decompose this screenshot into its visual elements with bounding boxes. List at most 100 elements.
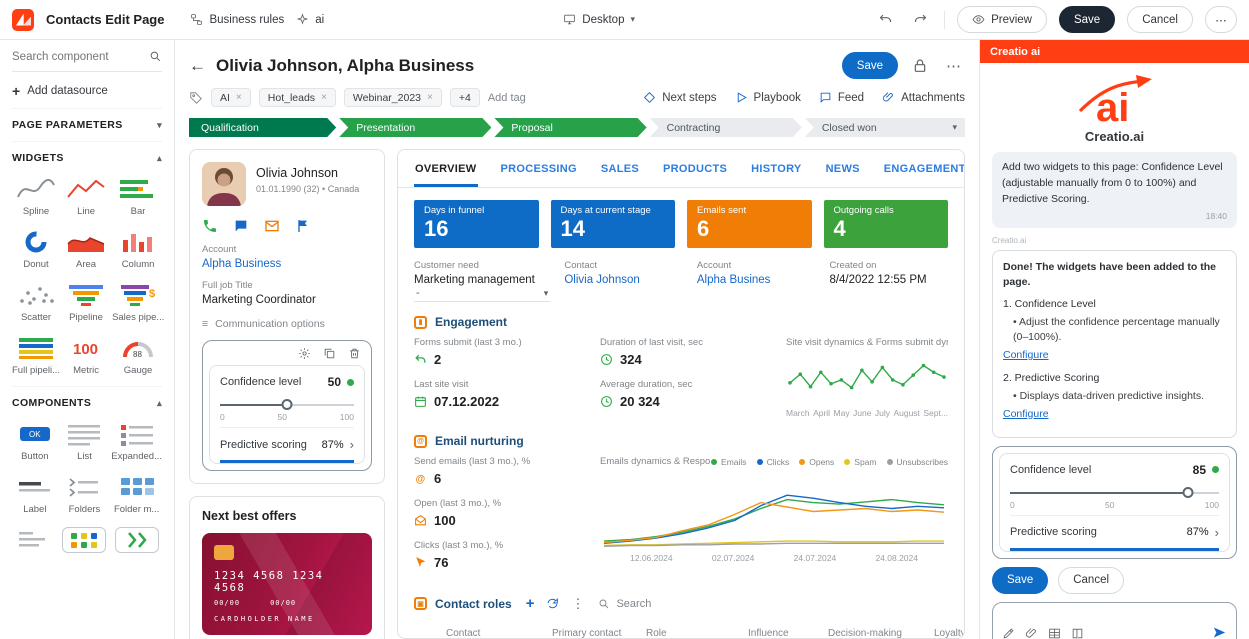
section-widgets[interactable]: WIDGETS ▴ xyxy=(12,141,162,174)
close-icon[interactable]: × xyxy=(236,92,242,103)
section-page-parameters[interactable]: PAGE PARAMETERS ▾ xyxy=(12,108,162,141)
confidence-slider[interactable] xyxy=(220,398,354,411)
add-datasource-button[interactable]: + Add datasource xyxy=(12,72,162,108)
chat-button[interactable] xyxy=(233,218,249,234)
cancel-button[interactable]: Cancel xyxy=(1127,6,1193,33)
widget-metric[interactable]: 100Metric xyxy=(64,335,108,376)
overview-scroll-area[interactable]: Days in funnel16 Days at current stage14… xyxy=(398,188,964,638)
widget-area[interactable]: Area xyxy=(64,229,108,270)
flag-button[interactable] xyxy=(295,218,311,234)
field-customer-need[interactable]: Customer need Marketing management -▾ xyxy=(414,260,550,302)
settings-button[interactable] xyxy=(298,347,311,360)
record-more-button[interactable]: ⋯ xyxy=(942,53,965,79)
tab-engagement[interactable]: ENGAGEMENT xyxy=(883,150,965,187)
predictive-scoring-row[interactable]: Predictive scoring 87% › xyxy=(1010,515,1219,551)
redo-button[interactable] xyxy=(909,8,932,31)
component-expanded-list[interactable]: Expanded... xyxy=(111,421,162,462)
stage-closed-won[interactable]: Closed won▾ xyxy=(805,118,965,137)
send-button[interactable] xyxy=(1212,625,1227,639)
widget-donut[interactable]: Donut xyxy=(12,229,60,270)
tab-overview[interactable]: OVERVIEW xyxy=(414,150,478,187)
component-list[interactable]: List xyxy=(62,421,108,462)
widget-pipeline[interactable]: Pipeline xyxy=(64,282,108,323)
tag-chip[interactable]: AI× xyxy=(211,88,251,107)
section-components[interactable]: COMPONENTS ▴ xyxy=(12,386,162,419)
tab-history[interactable]: HISTORY xyxy=(750,150,802,187)
kebab-menu-icon[interactable]: ⋮ xyxy=(571,596,584,612)
tab-news[interactable]: NEWS xyxy=(825,150,861,187)
save-button[interactable]: Save xyxy=(1059,6,1115,33)
component-label[interactable]: Label xyxy=(12,474,58,515)
job-title-value[interactable]: Marketing Coordinator xyxy=(202,294,372,306)
ai-message-composer[interactable] xyxy=(992,602,1237,639)
widget-bar[interactable]: Bar xyxy=(112,176,164,217)
component-folders[interactable]: Folders xyxy=(62,474,108,515)
more-options-button[interactable]: ⋯ xyxy=(1205,6,1237,33)
book-icon[interactable] xyxy=(1071,627,1084,639)
field-contact[interactable]: Contact Olivia Johnson xyxy=(564,260,683,302)
paperclip-icon[interactable] xyxy=(1025,627,1038,639)
back-arrow-icon[interactable]: ← xyxy=(189,56,206,76)
close-icon[interactable]: × xyxy=(427,92,433,103)
device-selector[interactable]: Desktop ▾ xyxy=(563,13,635,26)
stage-contracting[interactable]: Contracting xyxy=(650,118,802,137)
widget-full-pipeline[interactable]: Full pipeli... xyxy=(12,335,60,376)
tab-sales[interactable]: SALES xyxy=(600,150,640,187)
widget-column[interactable]: Column xyxy=(112,229,164,270)
tag-chip[interactable]: Hot_leads× xyxy=(259,88,336,107)
lock-button[interactable] xyxy=(908,54,932,78)
ai-cancel-button[interactable]: Cancel xyxy=(1058,567,1124,594)
widget-gauge[interactable]: 88Gauge xyxy=(112,335,164,376)
feed-button[interactable]: Feed xyxy=(819,91,864,104)
component-button[interactable]: OKButton xyxy=(12,421,58,462)
call-button[interactable] xyxy=(202,218,218,234)
configure-link-2[interactable]: Configure xyxy=(1003,407,1049,422)
ai-toolbar-button[interactable]: ai xyxy=(296,13,324,26)
field-account[interactable]: Account Alpha Busines xyxy=(697,260,816,302)
configure-link-1[interactable]: Configure xyxy=(1003,348,1049,363)
add-row-button[interactable]: + xyxy=(526,595,535,612)
add-tag-button[interactable]: Add tag xyxy=(488,92,526,104)
tab-processing[interactable]: PROCESSING xyxy=(500,150,578,187)
component-emoji-grid[interactable] xyxy=(62,527,108,557)
slider-thumb[interactable] xyxy=(1182,487,1193,498)
predictive-scoring-row[interactable]: Predictive scoring 87% › xyxy=(220,427,354,463)
duplicate-button[interactable] xyxy=(323,347,336,360)
chevron-down-icon[interactable]: ▾ xyxy=(544,288,549,299)
delete-button[interactable] xyxy=(348,347,361,360)
refresh-icon[interactable] xyxy=(546,597,559,610)
business-rules-button[interactable]: Business rules xyxy=(190,13,284,26)
component-folder-manager[interactable]: Folder m... xyxy=(111,474,162,515)
ai-widget-preview[interactable]: Confidence level 85 050100 xyxy=(992,446,1237,559)
stage-presentation[interactable]: Presentation xyxy=(339,118,491,137)
record-save-button[interactable]: Save xyxy=(842,52,898,79)
roles-search[interactable]: Search xyxy=(598,598,651,610)
stage-qualification[interactable]: Qualification xyxy=(189,118,336,137)
undo-button[interactable] xyxy=(874,8,897,31)
table-icon[interactable] xyxy=(1048,627,1061,639)
component-wizard[interactable] xyxy=(111,527,162,557)
tag-chip[interactable]: Webinar_2023× xyxy=(344,88,442,107)
widget-scatter[interactable]: Scatter xyxy=(12,282,60,323)
preview-button[interactable]: Preview xyxy=(957,6,1047,33)
credit-card-image[interactable]: 1234 4568 1234 4568 00/0000/00 CARDHOLDE… xyxy=(202,533,372,635)
playbook-button[interactable]: Playbook xyxy=(735,91,801,104)
component-timeline[interactable] xyxy=(12,527,58,557)
account-link[interactable]: Alpha Business xyxy=(202,258,372,270)
ai-save-button[interactable]: Save xyxy=(992,567,1048,594)
widget-sales-pipeline[interactable]: $Sales pipe... xyxy=(112,282,164,323)
ai-confidence-slider[interactable] xyxy=(1010,486,1219,499)
communication-options-button[interactable]: ≡ Communication options xyxy=(202,318,372,330)
close-icon[interactable]: × xyxy=(321,92,327,103)
slider-thumb[interactable] xyxy=(282,399,293,410)
search-input[interactable] xyxy=(12,51,130,63)
avatar[interactable] xyxy=(202,162,246,206)
widget-spline[interactable]: Spline xyxy=(12,176,60,217)
tab-products[interactable]: PRODUCTS xyxy=(662,150,728,187)
attachments-button[interactable]: Attachments xyxy=(882,91,965,104)
pencil-icon[interactable] xyxy=(1002,627,1015,639)
stage-proposal[interactable]: Proposal xyxy=(494,118,646,137)
selected-widget-wrapper[interactable]: Confidence level 50 xyxy=(202,340,372,471)
email-button[interactable] xyxy=(264,218,280,234)
next-steps-button[interactable]: Next steps xyxy=(643,91,716,104)
